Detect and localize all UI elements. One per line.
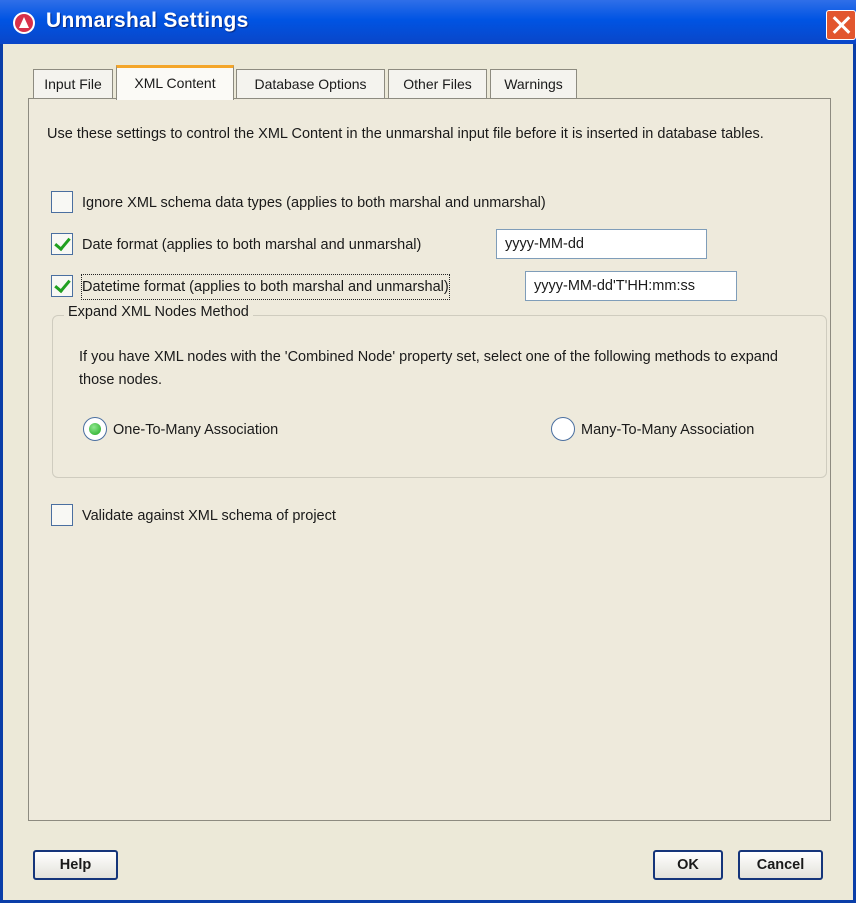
many-to-many-label: Many-To-Many Association [581,422,755,438]
app-logo-icon [13,12,35,34]
cancel-button[interactable]: Cancel [738,850,823,880]
validate-checkbox[interactable] [51,504,73,526]
expand-xml-nodes-group: Expand XML Nodes Method If you have XML … [52,304,827,478]
validate-label: Validate against XML schema of project [82,508,336,524]
many-to-many-radio[interactable] [551,417,575,441]
ok-button[interactable]: OK [653,850,723,880]
ignore-schema-label: Ignore XML schema data types (applies to… [82,195,546,211]
date-format-label: Date format (applies to both marshal and… [82,237,422,253]
tab-warnings[interactable]: Warnings [490,69,577,99]
tab-input-file[interactable]: Input File [33,69,113,99]
unmarshal-settings-dialog: Unmarshal Settings Input File XML Conten… [0,0,856,903]
group-title: Expand XML Nodes Method [64,304,253,320]
date-format-input[interactable]: yyyy-MM-dd [496,229,707,259]
datetime-format-label: Datetime format (applies to both marshal… [81,274,450,300]
window-title: Unmarshal Settings [46,9,249,32]
help-button[interactable]: Help [33,850,118,880]
xml-content-panel: Use these settings to control the XML Co… [28,98,831,821]
tab-xml-content[interactable]: XML Content [116,65,234,100]
datetime-format-checkbox[interactable] [51,275,73,297]
title-bar[interactable]: Unmarshal Settings [0,0,856,44]
group-description: If you have XML nodes with the 'Combined… [79,349,778,388]
datetime-format-input[interactable]: yyyy-MM-dd'T'HH:mm:ss [525,271,737,301]
tab-other-files[interactable]: Other Files [388,69,487,99]
close-icon[interactable] [826,10,856,40]
one-to-many-label: One-To-Many Association [113,422,279,438]
date-format-checkbox[interactable] [51,233,73,255]
tab-database-options[interactable]: Database Options [236,69,385,99]
intro-text: Use these settings to control the XML Co… [47,126,764,142]
ignore-schema-checkbox[interactable] [51,191,73,213]
one-to-many-radio[interactable] [83,417,107,441]
